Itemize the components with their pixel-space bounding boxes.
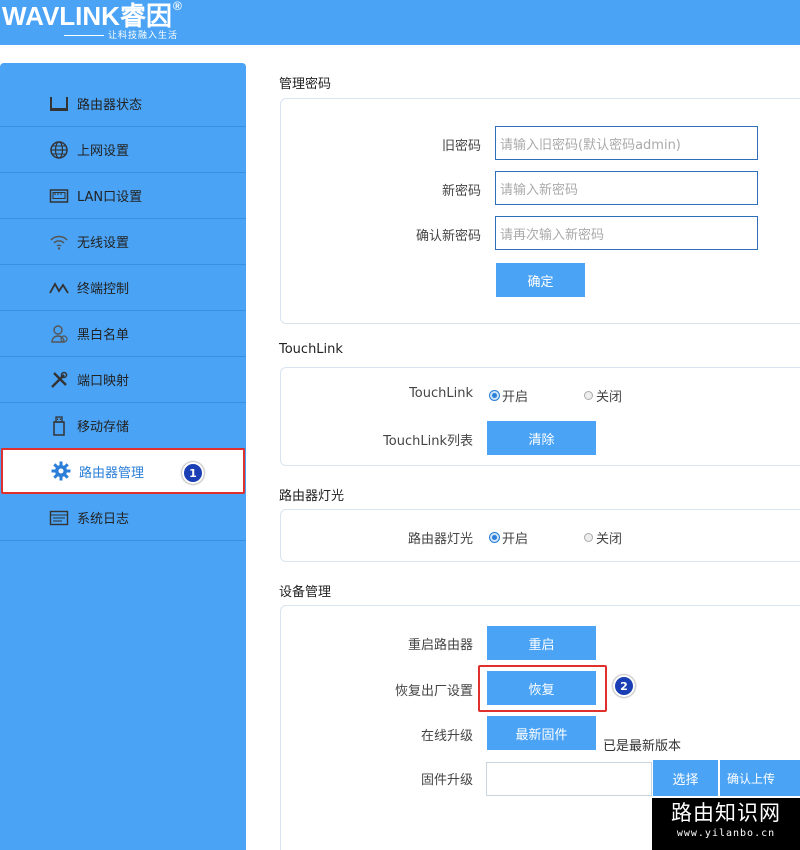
sidebar-item-label: 黑白名单 <box>77 328 130 343</box>
router-status-icon <box>49 94 69 114</box>
new-password-input[interactable]: 请输入新密码 <box>495 171 758 205</box>
log-icon <box>49 508 69 528</box>
touchlink-section-title: TouchLink <box>279 342 343 357</box>
factory-reset-button[interactable]: 恢复 <box>487 671 596 705</box>
factory-reset-label: 恢复出厂设置 <box>394 684 473 699</box>
sidebar-item-label: 端口映射 <box>77 374 130 389</box>
old-password-input[interactable]: 请输入旧密码(默认密码admin) <box>495 126 758 160</box>
radio-label: 开启 <box>502 532 529 547</box>
clear-button[interactable]: 清除 <box>487 421 596 455</box>
radio-label: 关闭 <box>596 532 623 547</box>
usb-storage-icon <box>49 415 69 436</box>
touchlink-off-radio[interactable]: 关闭 <box>584 386 622 405</box>
sidebar-item-router-status[interactable]: 路由器状态 <box>0 81 246 127</box>
reboot-label: 重启路由器 <box>407 638 473 653</box>
brand-logo: WAVLINK睿因 ® 让科技融入生活 <box>2 0 182 41</box>
radio-label: 开启 <box>502 390 529 405</box>
online-upgrade-label: 在线升级 <box>420 729 473 744</box>
firmware-upgrade-label: 固件升级 <box>420 773 473 788</box>
gear-icon <box>51 461 71 481</box>
logo-slogan: 让科技融入生活 <box>108 31 179 41</box>
sidebar-item-blacklist[interactable]: 黑白名单 <box>0 311 246 357</box>
confirm-button[interactable]: 确定 <box>496 263 585 297</box>
user-list-icon <box>49 324 69 344</box>
upload-button[interactable]: 确认上传 <box>720 760 800 796</box>
lan-port-icon <box>49 186 69 206</box>
sidebar-item-label: 路由器状态 <box>77 98 143 113</box>
sidebar-item-wireless[interactable]: 无线设置 <box>0 219 246 265</box>
led-label: 路由器灯光 <box>407 532 473 547</box>
watermark-title: 路由知识网 <box>671 801 781 825</box>
top-header: WAVLINK睿因 ® 让科技融入生活 <box>0 0 800 45</box>
radio-unselected-icon <box>584 391 593 400</box>
touchlink-on-radio[interactable]: 开启 <box>490 386 528 405</box>
sidebar-item-label: 无线设置 <box>77 236 130 251</box>
step-marker-1: 1 <box>182 462 204 484</box>
radio-label: 关闭 <box>596 390 623 405</box>
confirm-password-label: 确认新密码 <box>415 229 481 244</box>
sidebar-item-lan[interactable]: LAN口设置 <box>0 173 246 219</box>
touchlink-list-label: TouchLink列表 <box>383 434 473 449</box>
led-card <box>280 509 800 562</box>
led-on-radio[interactable]: 开启 <box>490 528 528 547</box>
tools-icon <box>49 370 69 390</box>
step-marker-2: 2 <box>613 675 635 697</box>
sidebar-item-internet[interactable]: 上网设置 <box>0 127 246 173</box>
radio-unselected-icon <box>584 533 593 542</box>
watermark: 路由知识网 www.yilanbo.cn <box>652 798 800 850</box>
password-section-title: 管理密码 <box>279 77 332 92</box>
sidebar-item-terminal[interactable]: 终端控制 <box>0 265 246 311</box>
sidebar-item-port-mapping[interactable]: 端口映射 <box>0 357 246 403</box>
logo-registered-mark: ® <box>172 0 182 13</box>
firmware-file-input[interactable] <box>486 762 652 796</box>
reboot-button[interactable]: 重启 <box>487 626 596 660</box>
sidebar-item-label: 移动存储 <box>77 420 130 435</box>
radio-selected-icon <box>490 391 499 400</box>
globe-icon <box>49 140 69 160</box>
wifi-icon <box>49 232 69 252</box>
new-password-label: 新密码 <box>441 184 481 199</box>
sidebar-item-label: LAN口设置 <box>77 190 143 205</box>
radio-selected-icon <box>490 533 499 542</box>
sidebar-item-storage[interactable]: 移动存储 <box>0 403 246 449</box>
device-section-title: 设备管理 <box>279 585 332 600</box>
confirm-password-input[interactable]: 请再次输入新密码 <box>495 216 758 250</box>
watermark-url: www.yilanbo.cn <box>676 828 776 839</box>
led-section-title: 路由器灯光 <box>279 489 345 504</box>
sidebar-item-router-management[interactable]: 路由器管理 1 <box>1 448 245 494</box>
led-off-radio[interactable]: 关闭 <box>584 528 622 547</box>
sidebar-item-label: 上网设置 <box>77 144 130 159</box>
choose-file-button[interactable]: 选择 <box>653 760 718 796</box>
sidebar-item-label: 终端控制 <box>77 282 130 297</box>
touchlink-label: TouchLink <box>409 386 473 401</box>
sidebar-item-syslog[interactable]: 系统日志 <box>0 495 246 541</box>
upgrade-status-text: 已是最新版本 <box>603 739 682 754</box>
sidebar-item-label: 路由器管理 <box>79 465 145 481</box>
old-password-label: 旧密码 <box>441 139 481 154</box>
sidebar-item-label: 系统日志 <box>77 512 130 527</box>
latest-firmware-button[interactable]: 最新固件 <box>487 716 596 750</box>
sidebar-nav: 路由器状态 上网设置 LAN口设置 无线设置 终端控制 黑白名单 端口映射 移动… <box>0 63 246 850</box>
logo-text: WAVLINK睿因 <box>2 1 172 31</box>
terminal-control-icon <box>49 278 69 298</box>
